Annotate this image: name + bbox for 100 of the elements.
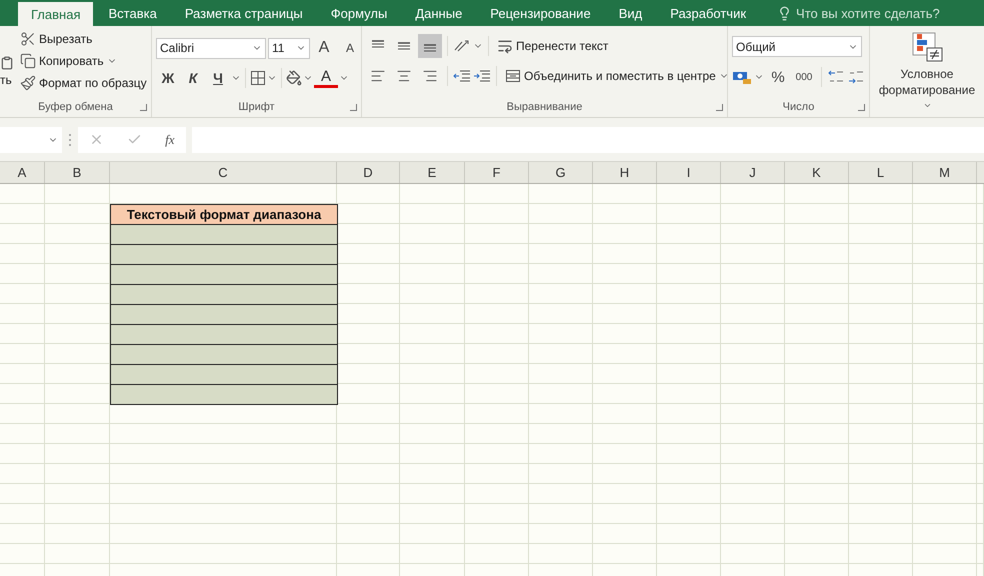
spreadsheet-cell[interactable] — [849, 304, 913, 324]
italic-button[interactable]: К — [181, 66, 205, 90]
spreadsheet-cell[interactable] — [593, 244, 657, 264]
spreadsheet-cell[interactable] — [977, 404, 984, 424]
spreadsheet-cell[interactable] — [593, 344, 657, 364]
ribbon-tab[interactable]: Главная — [18, 2, 94, 26]
spreadsheet-cell[interactable] — [721, 364, 785, 384]
spreadsheet-cell[interactable] — [913, 524, 977, 544]
column-header[interactable]: M — [913, 162, 977, 183]
spreadsheet-cell[interactable] — [337, 204, 400, 224]
spreadsheet-cell[interactable] — [593, 204, 657, 224]
spreadsheet-cell[interactable] — [337, 264, 400, 284]
spreadsheet-cell[interactable] — [977, 304, 984, 324]
ribbon-tab[interactable]: Формулы — [318, 0, 400, 26]
spreadsheet-cell[interactable] — [400, 444, 465, 464]
spreadsheet-cell[interactable] — [977, 344, 984, 364]
spreadsheet-cell[interactable] — [110, 504, 337, 524]
spreadsheet-cell[interactable] — [849, 484, 913, 504]
spreadsheet-cell[interactable] — [785, 284, 849, 304]
spreadsheet-cell[interactable] — [657, 544, 721, 564]
spreadsheet-cell[interactable] — [977, 204, 984, 224]
spreadsheet-cell[interactable] — [721, 384, 785, 404]
spreadsheet-cell[interactable] — [45, 484, 110, 504]
spreadsheet-cell[interactable] — [593, 404, 657, 424]
spreadsheet-cell[interactable] — [0, 224, 45, 244]
column-header[interactable]: F — [465, 162, 529, 183]
clipboard-command[interactable]: Вырезать — [17, 28, 150, 50]
spreadsheet-cell[interactable] — [529, 264, 593, 284]
spreadsheet-cell[interactable] — [529, 464, 593, 484]
spreadsheet-cell[interactable] — [849, 364, 913, 384]
spreadsheet-cell[interactable] — [785, 384, 849, 404]
spreadsheet-cell[interactable] — [913, 244, 977, 264]
spreadsheet-cell[interactable] — [657, 364, 721, 384]
spreadsheet-cell[interactable] — [721, 264, 785, 284]
spreadsheet-cell[interactable] — [785, 344, 849, 364]
spreadsheet-cell[interactable] — [110, 444, 337, 464]
spreadsheet-cell[interactable] — [593, 284, 657, 304]
spreadsheet-cell[interactable] — [849, 204, 913, 224]
spreadsheet-cell[interactable] — [593, 384, 657, 404]
spreadsheet-cell[interactable] — [45, 184, 110, 204]
spreadsheet-cell[interactable] — [400, 184, 465, 204]
spreadsheet-cell[interactable] — [529, 224, 593, 244]
spreadsheet-cell[interactable] — [0, 264, 45, 284]
underline-button[interactable]: Ч — [206, 66, 230, 90]
spreadsheet-cell[interactable] — [721, 304, 785, 324]
spreadsheet-cell[interactable] — [849, 344, 913, 364]
spreadsheet-cell[interactable] — [529, 204, 593, 224]
spreadsheet-cell[interactable] — [337, 524, 400, 544]
spreadsheet-cell[interactable] — [400, 224, 465, 244]
spreadsheet-cell[interactable] — [465, 524, 529, 544]
spreadsheet-cell[interactable] — [465, 184, 529, 204]
spreadsheet-cell[interactable] — [913, 424, 977, 444]
spreadsheet-cell[interactable] — [337, 544, 400, 564]
spreadsheet-cell[interactable] — [913, 184, 977, 204]
increase-font-button[interactable]: A — [312, 36, 336, 60]
spreadsheet-cell[interactable] — [337, 284, 400, 304]
clipboard-command[interactable]: Формат по образцу — [17, 72, 150, 94]
spreadsheet-cell[interactable] — [400, 244, 465, 264]
spreadsheet-cell[interactable] — [721, 524, 785, 544]
spreadsheet-cell[interactable] — [913, 444, 977, 464]
spreadsheet-cell[interactable] — [400, 404, 465, 424]
spreadsheet-cell[interactable] — [0, 344, 45, 364]
spreadsheet-cell[interactable] — [977, 504, 984, 524]
spreadsheet-cell[interactable] — [0, 484, 45, 504]
spreadsheet-cell[interactable] — [465, 264, 529, 284]
spreadsheet-cell[interactable] — [977, 224, 984, 244]
spreadsheet-cell[interactable] — [529, 184, 593, 204]
spreadsheet-cell[interactable] — [849, 444, 913, 464]
spreadsheet-cell[interactable] — [721, 424, 785, 444]
spreadsheet-cell[interactable] — [721, 404, 785, 424]
spreadsheet-cell[interactable] — [657, 524, 721, 544]
spreadsheet-cell[interactable] — [110, 464, 337, 484]
font-size-field[interactable]: 11 — [268, 38, 310, 58]
spreadsheet-cell[interactable] — [785, 424, 849, 444]
spreadsheet-cell[interactable] — [110, 424, 337, 444]
insert-function-button[interactable]: fx — [165, 132, 175, 148]
spreadsheet-cell[interactable] — [657, 404, 721, 424]
spreadsheet-cell[interactable] — [400, 364, 465, 384]
spreadsheet-cell[interactable] — [465, 464, 529, 484]
spreadsheet-cell[interactable] — [977, 324, 984, 344]
spreadsheet-cell[interactable] — [465, 284, 529, 304]
dialog-launcher-icon[interactable] — [858, 104, 865, 111]
spreadsheet-cell[interactable] — [337, 304, 400, 324]
ribbon-tab[interactable]: Разработчик — [657, 0, 760, 26]
column-header[interactable]: H — [593, 162, 657, 183]
spreadsheet-cell[interactable] — [400, 204, 465, 224]
spreadsheet-cell[interactable] — [721, 284, 785, 304]
spreadsheet-cell[interactable] — [977, 264, 984, 284]
ribbon-tab[interactable]: Данные — [402, 0, 476, 26]
spreadsheet-cell[interactable] — [337, 384, 400, 404]
spreadsheet-cell[interactable] — [593, 484, 657, 504]
spreadsheet-cell[interactable] — [593, 304, 657, 324]
spreadsheet-cell[interactable] — [45, 504, 110, 524]
spreadsheet-cell[interactable] — [785, 224, 849, 244]
column-header[interactable]: J — [721, 162, 785, 183]
column-header[interactable]: K — [785, 162, 849, 183]
spreadsheet-cell[interactable] — [913, 544, 977, 564]
column-header[interactable]: D — [337, 162, 400, 183]
spreadsheet-cell[interactable] — [0, 304, 45, 324]
spreadsheet-cell[interactable] — [785, 544, 849, 564]
